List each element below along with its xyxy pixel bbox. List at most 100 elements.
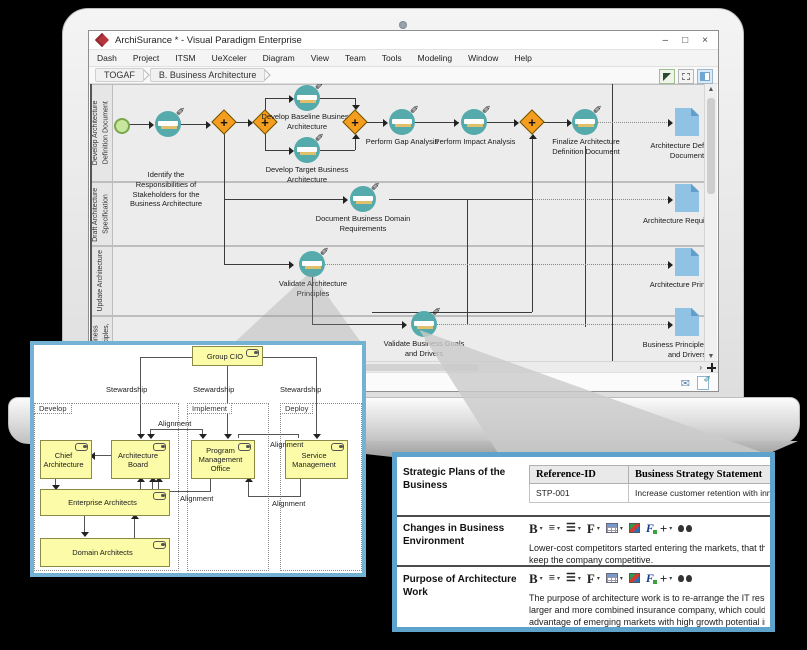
add-icon[interactable]: + (660, 522, 667, 535)
menu-help[interactable]: Help (506, 53, 539, 63)
insert-table-icon[interactable] (606, 573, 618, 583)
close-button[interactable]: × (702, 35, 708, 46)
caret-down-icon[interactable]: ▾ (578, 525, 581, 532)
caret-down-icon[interactable]: ▾ (540, 575, 543, 582)
find-icon[interactable] (678, 574, 692, 583)
gateway-parallel-1[interactable]: + (212, 110, 236, 134)
cell-reference-id: STP-001 (530, 484, 629, 503)
task-validate-principles[interactable]: ✎ (299, 251, 325, 277)
document-icon[interactable] (675, 308, 699, 336)
font-icon[interactable]: F (587, 522, 595, 535)
caret-down-icon[interactable]: ▾ (557, 575, 560, 582)
start-event[interactable] (114, 118, 130, 134)
edge-label-alignment: Alignment (270, 440, 303, 449)
list-icon[interactable]: ☰ (566, 523, 576, 534)
align-icon[interactable]: ≡ (549, 573, 555, 584)
scroll-up-icon[interactable]: ▲ (705, 86, 717, 93)
table-row[interactable]: STP-001 Increase customer retention with… (530, 484, 776, 503)
task-label: Perform Gap Analysis (362, 137, 442, 147)
minimize-button[interactable]: – (663, 35, 669, 46)
breadcrumb-business-architecture[interactable]: B. Business Architecture (150, 68, 266, 82)
task-impact-analysis[interactable]: ✎ (461, 109, 487, 135)
menu-modeling[interactable]: Modeling (410, 53, 461, 63)
scrollbar-thumb[interactable] (707, 98, 715, 194)
pool-right-boundary (612, 84, 613, 361)
pan-tool-icon[interactable] (707, 363, 716, 372)
caret-down-icon[interactable]: ▾ (620, 575, 623, 582)
task-identify[interactable]: ✎ (155, 111, 181, 137)
edge-label-stewardship: Stewardship (280, 385, 321, 394)
scroll-down-icon[interactable]: ▼ (705, 353, 717, 360)
task-label: Document Business Domain Requirements (312, 214, 414, 234)
fit-to-window-icon[interactable] (678, 69, 694, 84)
edit-document-icon[interactable]: ✎ (697, 376, 709, 390)
breadcrumb-togaf[interactable]: TOGAF (95, 68, 144, 82)
org-node-program-management-office[interactable]: Program Management Office (191, 440, 255, 479)
row-label-strategic-plans: Strategic Plans of the Business (403, 467, 523, 492)
diagram-canvas[interactable]: Develop Architecture Definition Document… (90, 84, 717, 361)
font-color-icon[interactable]: F (646, 572, 654, 584)
edge-label-alignment: Alignment (180, 494, 213, 503)
menu-dash[interactable]: Dash (89, 53, 125, 63)
bold-icon[interactable]: B (529, 572, 538, 585)
org-node-chief-architecture[interactable]: Chief Architecture (40, 440, 92, 479)
caret-down-icon[interactable]: ▾ (557, 525, 560, 532)
list-icon[interactable]: ☰ (566, 573, 576, 584)
font-icon[interactable]: F (587, 572, 595, 585)
gateway-parallel-4[interactable]: + (520, 110, 544, 134)
org-node-architecture-board[interactable]: Architecture Board (111, 440, 170, 479)
menu-project[interactable]: Project (125, 53, 167, 63)
task-document-requirements[interactable]: ✎ (350, 186, 376, 212)
lane-label: Draft Architecture Specification (91, 185, 112, 244)
gateway-parallel-3[interactable]: + (343, 110, 367, 134)
color-palette-icon[interactable] (629, 573, 640, 583)
menu-team[interactable]: Team (337, 53, 374, 63)
strategic-plans-table: Reference-ID Business Strategy Statement… (529, 465, 775, 503)
add-icon[interactable]: + (660, 572, 667, 585)
bold-icon[interactable]: B (529, 522, 538, 535)
pencil-icon: ✎ (482, 102, 491, 115)
org-node-group-cio[interactable]: Group CIO (192, 346, 263, 366)
caret-down-icon[interactable]: ▾ (597, 575, 600, 582)
color-palette-icon[interactable] (629, 523, 640, 533)
caret-down-icon[interactable]: ▾ (597, 525, 600, 532)
lane-update-architecture: Update Architecture (90, 246, 708, 316)
document-icon[interactable] (675, 184, 699, 212)
pointer-tool-icon[interactable] (659, 69, 675, 84)
menu-bar: Dash Project ITSM UeXceler Diagram View … (89, 50, 718, 67)
caret-down-icon[interactable]: ▾ (620, 525, 623, 532)
caret-down-icon[interactable]: ▾ (669, 525, 672, 532)
task-gap-analysis[interactable]: ✎ (389, 109, 415, 135)
menu-view[interactable]: View (303, 53, 337, 63)
rich-text-toolbar: B▾ ≡▾ ☰▾ F▾ ▾ F +▾ (529, 569, 692, 587)
task-develop-baseline[interactable]: ✎ (294, 85, 320, 111)
mail-icon[interactable]: ✉ (681, 377, 690, 390)
panel-layout-icon[interactable] (697, 69, 713, 84)
menu-uexceler[interactable]: UeXceler (204, 53, 255, 63)
menu-itsm[interactable]: ITSM (167, 53, 203, 63)
pencil-icon: ✎ (432, 304, 441, 317)
menu-diagram[interactable]: Diagram (255, 53, 303, 63)
font-color-icon[interactable]: F (646, 522, 654, 534)
document-icon[interactable] (675, 248, 699, 276)
org-node-enterprise-architects[interactable]: Enterprise Architects (40, 489, 170, 516)
insert-table-icon[interactable] (606, 523, 618, 533)
menu-window[interactable]: Window (460, 53, 506, 63)
caret-down-icon[interactable]: ▾ (669, 575, 672, 582)
lane-label: Update Architecture (96, 250, 107, 311)
task-finalize[interactable]: ✎ (572, 109, 598, 135)
pencil-icon: ✎ (315, 84, 324, 91)
task-develop-target[interactable]: ✎ (294, 137, 320, 163)
find-icon[interactable] (678, 524, 692, 533)
caret-down-icon[interactable]: ▾ (540, 525, 543, 532)
vertical-scrollbar[interactable]: ▲ ▼ (704, 84, 717, 361)
business-role-icon (331, 443, 344, 451)
webcam-dot (399, 21, 407, 29)
align-icon[interactable]: ≡ (549, 523, 555, 534)
document-icon[interactable] (675, 108, 699, 136)
org-node-domain-architects[interactable]: Domain Architects (40, 538, 170, 567)
menu-tools[interactable]: Tools (374, 53, 410, 63)
maximize-button[interactable]: □ (682, 35, 688, 46)
caret-down-icon[interactable]: ▾ (578, 575, 581, 582)
edge-label-stewardship: Stewardship (106, 385, 147, 394)
